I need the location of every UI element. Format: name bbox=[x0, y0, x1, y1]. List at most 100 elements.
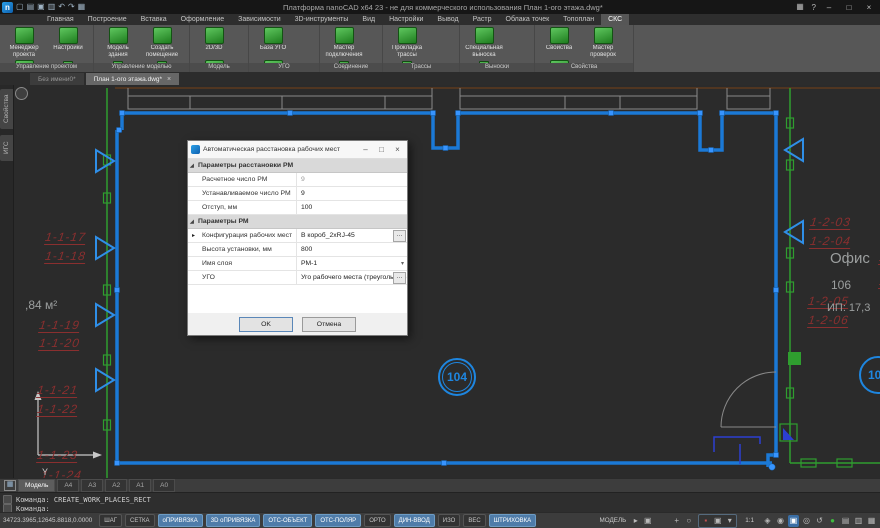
status-toggle[interactable]: СЕТКА bbox=[125, 514, 155, 527]
cursor-snap-icon[interactable]: + bbox=[671, 515, 682, 527]
ribbon-tab[interactable]: Растр bbox=[466, 14, 499, 25]
layout-tab[interactable]: A4 bbox=[57, 479, 80, 492]
lock-ui-toggle[interactable]: ▪ bbox=[700, 515, 711, 527]
annotation-scale[interactable]: 1:1 bbox=[745, 517, 754, 524]
browse-button[interactable]: … bbox=[393, 272, 406, 284]
browse-button[interactable]: … bbox=[393, 230, 406, 242]
folder-icon[interactable]: ▥ bbox=[853, 515, 864, 527]
ribbon-button[interactable]: Свойства bbox=[538, 27, 580, 58]
layout-tab[interactable]: Модель bbox=[18, 479, 56, 492]
property-value-field[interactable]: 800 … ▾ bbox=[296, 243, 407, 256]
document-tab[interactable]: План 1-ого этажа.dwg* × bbox=[85, 73, 180, 85]
status-toggle[interactable]: 3D оПРИВЯЗКА bbox=[205, 514, 261, 527]
status-toggle[interactable]: ИЗО bbox=[437, 514, 461, 527]
ribbon-button[interactable]: База УГО bbox=[252, 27, 294, 58]
ribbon-tab[interactable]: Вид bbox=[355, 14, 382, 25]
property-value-field[interactable]: В короб_2хRJ-45 … ▾ bbox=[296, 229, 407, 242]
ribbon-button[interactable]: Мастер подключения bbox=[323, 27, 365, 58]
selection-cycling-toggle[interactable]: ▣ bbox=[712, 515, 723, 527]
drawing-canvas[interactable]: 1-1-17 1-1-18 1-1-19 1-1-20 1-1-21 1-1-22 1-1-… bbox=[13, 85, 880, 478]
redo-icon[interactable]: ↷ bbox=[68, 1, 75, 13]
ribbon-tab[interactable]: 3D-инструменты bbox=[288, 14, 356, 25]
status-toggle[interactable]: оПРИВЯЗКА bbox=[157, 514, 203, 527]
ribbon-button[interactable]: Настройки bbox=[47, 27, 89, 58]
document-tab[interactable]: Без имени0*× bbox=[30, 73, 84, 85]
zoom-window-icon[interactable]: ▣ bbox=[788, 514, 799, 527]
property-value-field[interactable]: 9 … ▾ bbox=[296, 173, 407, 186]
ribbon-button[interactable]: Модель здания bbox=[97, 27, 139, 58]
minimize-button[interactable]: – bbox=[822, 3, 836, 12]
zoom-extents-icon[interactable]: ◎ bbox=[801, 515, 812, 527]
open-file-icon[interactable]: ▤ bbox=[27, 1, 35, 13]
fullscreen-icon[interactable]: ▦ bbox=[866, 515, 877, 527]
ribbon-button[interactable]: Менеджер проекта bbox=[3, 27, 45, 58]
refresh-icon[interactable]: ● bbox=[827, 515, 838, 527]
status-toggle[interactable]: ВЕС bbox=[463, 514, 486, 527]
command-line-row[interactable]: Команда: CREATE_WORK_PLACES_RECT bbox=[0, 495, 880, 504]
layout-list-icon[interactable]: ▦ bbox=[4, 480, 16, 491]
layout-tab[interactable]: A3 bbox=[81, 479, 104, 492]
property-value-field[interactable]: 9 … ▾ bbox=[296, 187, 407, 200]
view-switch-icon[interactable]: ▦ bbox=[795, 1, 806, 13]
save-icon[interactable]: ▣ bbox=[37, 1, 45, 13]
dropdown-arrow-icon[interactable]: ▾ bbox=[401, 260, 404, 267]
ribbon-tab[interactable]: Построение bbox=[81, 14, 134, 25]
ribbon-button[interactable]: Создать помещение bbox=[141, 27, 183, 58]
side-panel-tab[interactable]: ИГС bbox=[0, 135, 13, 161]
dynamic-ucs-toggle[interactable]: ▾ bbox=[724, 515, 735, 527]
ribbon-group-label: Модель bbox=[190, 63, 248, 72]
layout-tab[interactable]: A2 bbox=[105, 479, 128, 492]
ribbon-tab[interactable]: Вывод bbox=[430, 14, 465, 25]
cancel-button[interactable]: Отмена bbox=[302, 316, 356, 332]
ribbon-tab[interactable]: Оформление bbox=[174, 14, 231, 25]
dialog-close-button[interactable]: × bbox=[391, 145, 404, 154]
status-bar: 34723.3965,12645.8818,0.0000 ШАГ СЕТКА оПР… bbox=[0, 512, 880, 528]
layers-state-icon[interactable]: ▤ bbox=[840, 515, 851, 527]
plot-icon[interactable]: ▥ bbox=[48, 1, 56, 13]
help-button[interactable]: ? bbox=[812, 3, 816, 12]
status-toggle[interactable]: ОТС-ОБЪЕКТ bbox=[263, 514, 313, 527]
section-collapse-icon[interactable]: ◢ bbox=[190, 219, 194, 225]
ribbon-button[interactable]: Мастер проверок bbox=[582, 27, 624, 58]
undo-icon[interactable]: ↶ bbox=[58, 1, 65, 13]
dialog-maximize-button[interactable]: □ bbox=[375, 145, 388, 154]
status-toggle[interactable]: ШАГ bbox=[99, 514, 123, 527]
ribbon-button[interactable]: 2D/3D bbox=[193, 27, 235, 58]
ribbon-tab[interactable]: Главная bbox=[40, 14, 81, 25]
bulb-icon[interactable]: ○ bbox=[683, 515, 694, 527]
close-tab-icon[interactable]: × bbox=[167, 76, 171, 83]
recent-doc-icon[interactable]: ▦ bbox=[78, 1, 86, 13]
ok-button[interactable]: OK bbox=[239, 316, 293, 332]
ribbon-tab[interactable]: Облака точек bbox=[499, 14, 557, 25]
zoom-realtime-icon[interactable]: ◉ bbox=[775, 515, 786, 527]
ribbon-tab[interactable]: СКС bbox=[601, 14, 630, 25]
close-button[interactable]: × bbox=[862, 3, 876, 12]
status-toggle[interactable]: ОРТО bbox=[364, 514, 391, 527]
sheet-icon[interactable]: ▣ bbox=[642, 515, 653, 527]
ribbon-tab[interactable]: Топоплан bbox=[556, 14, 601, 25]
layout-tab[interactable]: A1 bbox=[129, 479, 152, 492]
maximize-button[interactable]: □ bbox=[842, 3, 856, 12]
dialog-minimize-button[interactable]: – bbox=[359, 145, 372, 154]
ribbon-tab[interactable]: Зависимости bbox=[231, 14, 287, 25]
workplace-label: 1-1-21 bbox=[36, 383, 79, 398]
section-collapse-icon[interactable]: ◢ bbox=[190, 163, 194, 169]
status-toggle[interactable]: ОТС-ПОЛЯР bbox=[315, 514, 362, 527]
dialog-title-bar[interactable]: Автоматическая расстановка рабочих мест … bbox=[188, 141, 407, 159]
property-value-field[interactable]: Уго рабочего места (треугольник) … ▾ bbox=[296, 271, 407, 284]
ribbon-tab[interactable]: Вставка bbox=[134, 14, 174, 25]
property-value-field[interactable]: РМ-1 … ▾ bbox=[296, 257, 407, 270]
property-value-field[interactable]: 100 … ▾ bbox=[296, 201, 407, 214]
ribbon-button[interactable]: Специальная выноска bbox=[463, 27, 505, 58]
side-panel-tab[interactable]: Свойства bbox=[0, 89, 13, 129]
pan-hand-icon[interactable]: ◈ bbox=[762, 515, 773, 527]
layout-tab[interactable]: A0 bbox=[153, 479, 176, 492]
ribbon-button[interactable]: Прокладка трассы bbox=[386, 27, 428, 58]
model-space-icon[interactable]: ▸ bbox=[630, 515, 641, 527]
orbit-icon[interactable]: ↺ bbox=[814, 515, 825, 527]
status-toggle[interactable]: ДИН-ВВОД bbox=[393, 514, 435, 527]
status-toggle[interactable]: ШТРИХОВКА bbox=[488, 514, 537, 527]
model-space-label[interactable]: МОДЕЛЬ bbox=[600, 517, 627, 524]
ribbon-tab[interactable]: Настройки bbox=[382, 14, 430, 25]
new-file-icon[interactable]: ▢ bbox=[16, 1, 24, 13]
